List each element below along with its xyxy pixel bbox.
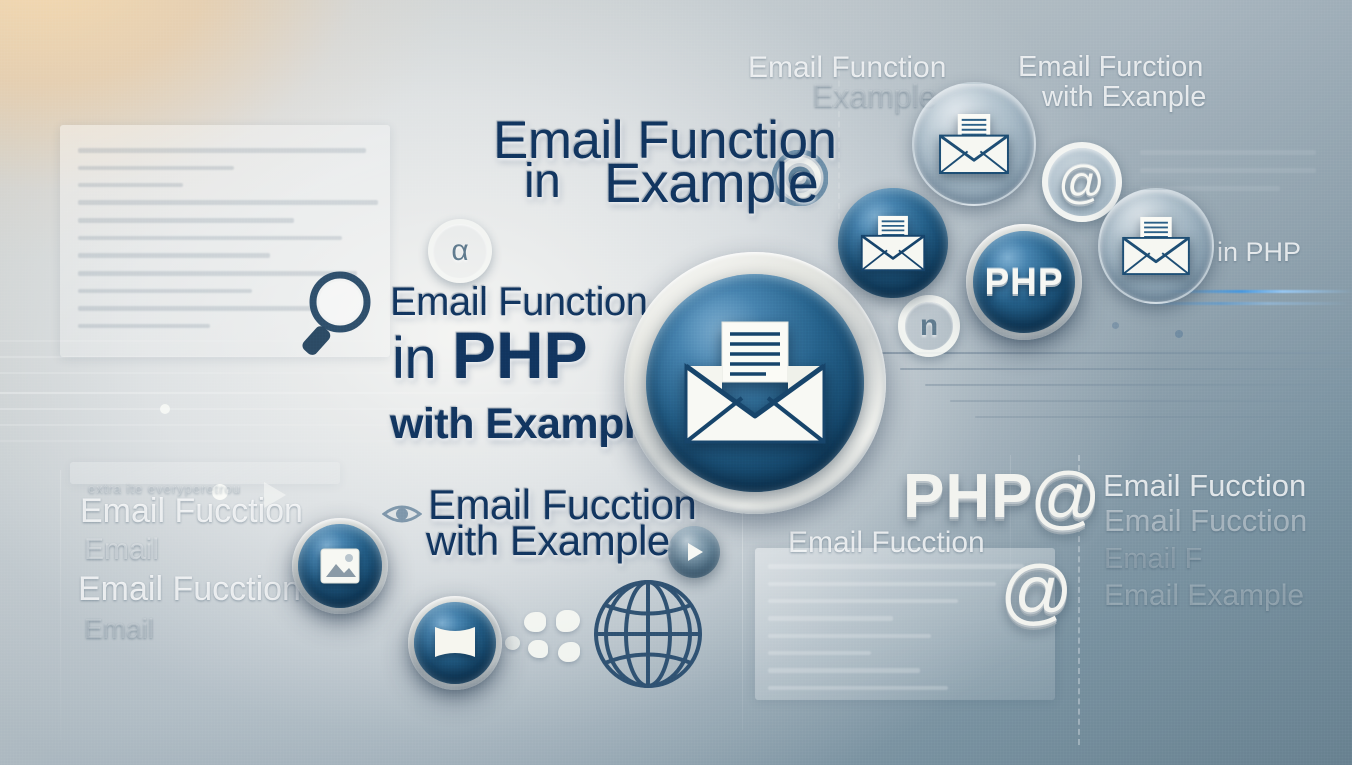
envelope-document-icon [939,113,1009,175]
decor-dot [1175,330,1183,338]
flag-badge[interactable] [408,596,502,690]
main-headline-line3: with Example [390,400,659,448]
n-glyph: n [919,309,939,342]
top-headline-line2-in: in [524,155,561,208]
search-icon [302,271,371,355]
ghost-label-left-4: Email [84,613,155,644]
ghost-label-right-col-3: Email F [1104,543,1203,575]
photo-badge[interactable] [292,518,388,614]
illustration-canvas: α n Email Function Example Email Furctio… [0,0,1352,765]
php-badge-label: PHP [984,261,1064,302]
decor-blob [524,612,546,632]
ghost-label-top-right-2: with Exanple [1042,81,1207,113]
eye-icon [382,505,422,523]
ghost-label-in-php: in PHP [1217,237,1302,267]
main-headline-line2-prefix: in [392,326,452,391]
ghost-label-bottom-mid: Email Fucction [788,526,985,559]
at-badge-label: @ [1058,156,1106,208]
bottom-headline-line2: with Example [426,517,670,564]
email-badge-top[interactable] [912,82,1036,206]
emboss-at-label: @ [1030,458,1102,536]
php-badge[interactable]: PHP [966,224,1082,340]
ghost-label-right-col-4: Email Example [1104,579,1305,612]
alpha-ring-icon: α [428,219,492,283]
n-ring-icon: n [898,295,960,357]
circuit-trace [950,400,1352,402]
ghost-label-left-2: Email [84,533,160,566]
decor-dot [1112,322,1119,329]
circuit-trace [880,352,1350,354]
divider-line [0,392,640,394]
ghost-label-top-right-1: Email Furction [1018,51,1204,83]
decor-dot [160,404,170,414]
emboss-php-label: PHP [903,462,1034,531]
ghost-label-left-1: Email Fucction [80,492,303,530]
circuit-trace [900,368,1352,370]
ghost-label-left-3: Email Fucction [78,570,301,608]
decor-blob [505,636,520,650]
decor-blob [556,610,580,632]
email-badge-right[interactable] [1098,188,1214,304]
circuit-trace [975,416,1352,418]
top-headline-line2-example: Example [604,151,819,214]
envelope-document-icon [860,215,926,271]
main-email-badge[interactable] [624,252,886,514]
ghost-label-top-center-2: Example [812,78,937,114]
globe-icon [594,580,702,688]
envelope-document-icon [684,321,826,444]
image-icon [320,548,360,584]
decor-blob [528,640,548,658]
guide-line [60,470,61,740]
alpha-glyph: α [451,234,469,267]
ghost-label-right-col-1: Email Fucction [1103,468,1307,503]
main-headline-line2-php: PHP [452,318,588,392]
flag-icon [435,627,475,657]
play-icon [688,543,703,561]
envelope-document-icon [1122,216,1190,276]
play-badge[interactable] [668,526,720,578]
ghost-label-right-col-2: Email Fucction [1104,503,1308,538]
email-badge-left[interactable] [838,188,948,298]
decor-blob [558,642,580,662]
emboss-at-lower-label: @ [1000,552,1074,632]
main-headline-line1: Email Function [390,280,648,324]
circuit-trace [925,384,1352,386]
